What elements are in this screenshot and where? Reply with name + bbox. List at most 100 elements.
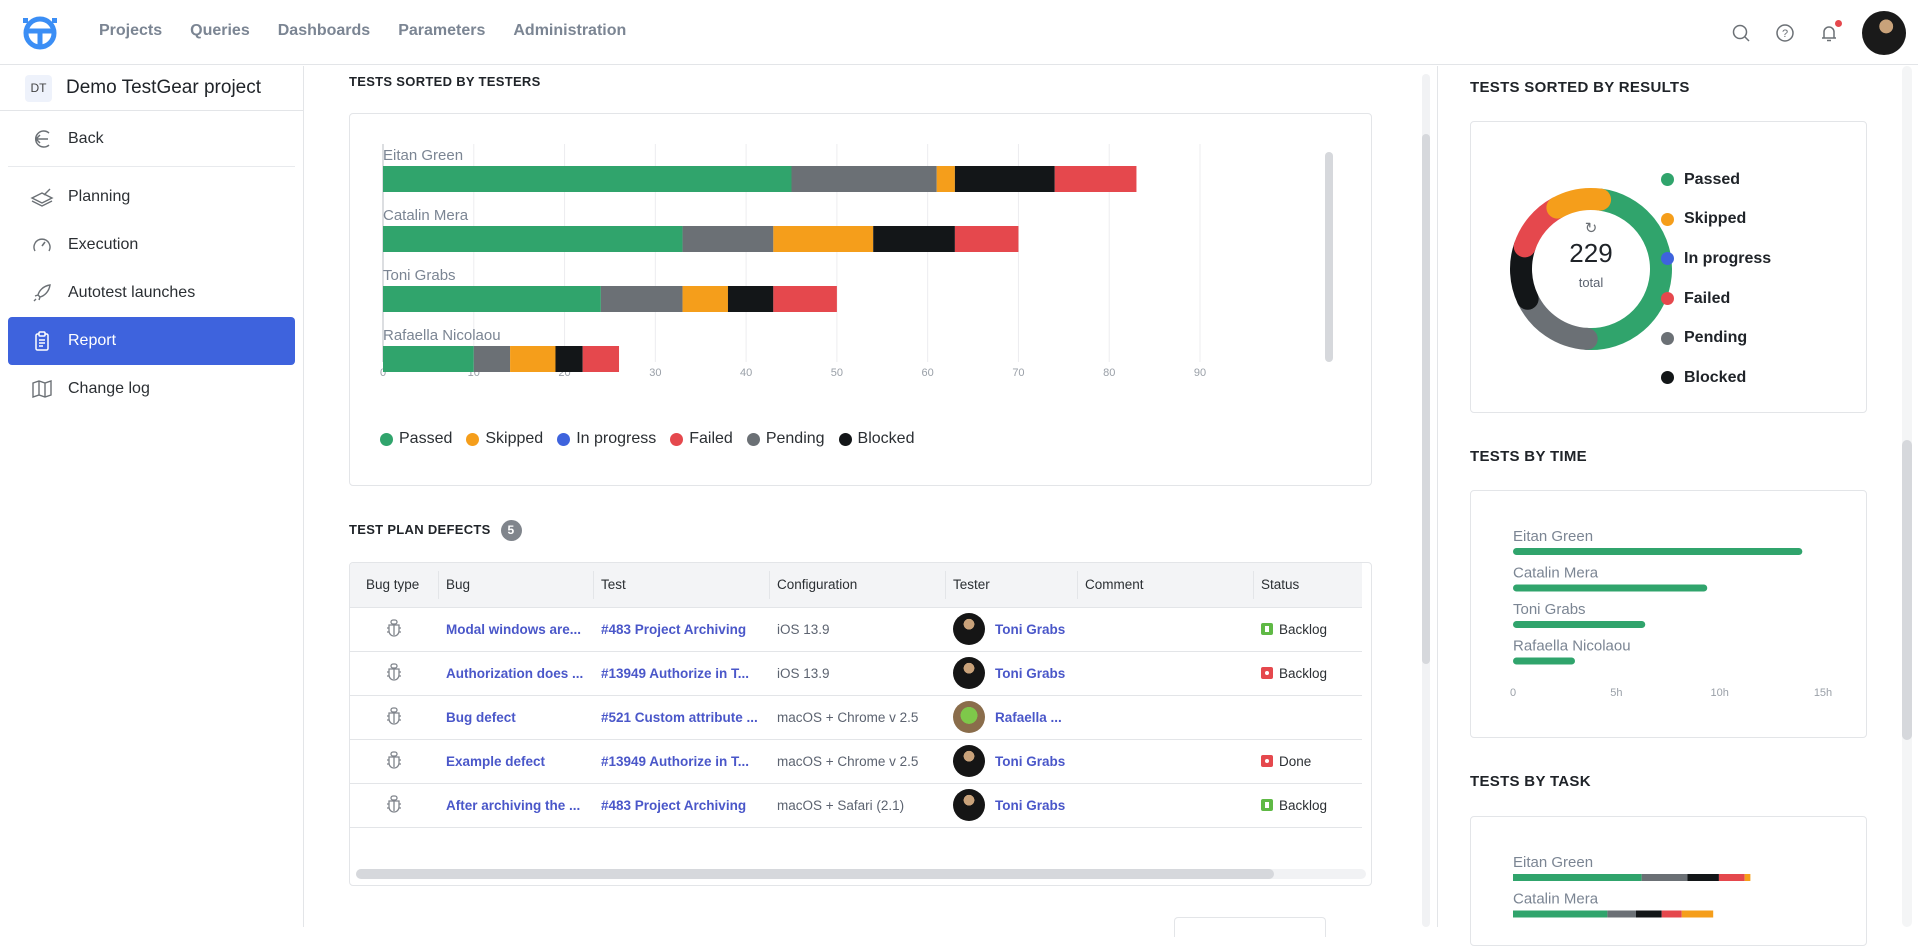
tester-cell[interactable]: Rafaella ... xyxy=(945,695,1077,740)
test-link[interactable]: #13949 Authorize in T... xyxy=(601,754,749,769)
bar-segment-skipped[interactable] xyxy=(936,166,955,192)
table-horizontal-scrollbar[interactable] xyxy=(356,869,1366,879)
legend-item-pending[interactable]: Pending xyxy=(1661,318,1771,358)
bug-link[interactable]: Bug defect xyxy=(446,710,516,725)
bar-segment-failed[interactable] xyxy=(1054,166,1137,192)
test-link[interactable]: #483 Project Archiving xyxy=(601,798,746,813)
pagination-control[interactable] xyxy=(1174,917,1326,937)
test-link[interactable]: #521 Custom attribute ... xyxy=(601,710,758,725)
bar-segment-passed[interactable] xyxy=(383,286,601,312)
task-bar-segment-passed[interactable] xyxy=(1513,910,1608,918)
column-header-test[interactable]: Test xyxy=(593,563,769,608)
tester-link[interactable]: Toni Grabs xyxy=(995,754,1065,769)
legend-item-in-progress[interactable]: In progress xyxy=(1661,239,1771,279)
bar-segment-pending[interactable] xyxy=(600,286,683,312)
bug-link[interactable]: Example defect xyxy=(446,754,545,769)
bar-segment-passed[interactable] xyxy=(383,226,683,252)
time-bar[interactable] xyxy=(1513,621,1646,628)
tester-cell[interactable]: Toni Grabs xyxy=(945,651,1077,696)
tester-link[interactable]: Toni Grabs xyxy=(995,666,1065,681)
bug-cell[interactable]: Example defect xyxy=(438,739,593,784)
bug-link[interactable]: Modal windows are... xyxy=(446,622,581,637)
testgear-logo-icon[interactable] xyxy=(20,14,60,52)
bar-segment-skipped[interactable] xyxy=(773,226,874,252)
test-link[interactable]: #13949 Authorize in T... xyxy=(601,666,749,681)
bug-link[interactable]: Authorization does ... xyxy=(446,666,583,681)
test-cell[interactable]: #521 Custom attribute ... xyxy=(593,695,769,740)
table-row[interactable]: Example defect #13949 Authorize in T... … xyxy=(350,739,1362,784)
sidebar-item-planning[interactable]: Planning xyxy=(8,173,295,221)
table-row[interactable]: Authorization does ... #13949 Authorize … xyxy=(350,651,1362,696)
bar-segment-failed[interactable] xyxy=(954,226,1019,252)
time-bar[interactable] xyxy=(1513,584,1708,592)
test-cell[interactable]: #483 Project Archiving xyxy=(593,783,769,828)
task-bar-segment-failed[interactable] xyxy=(1661,910,1682,918)
bar-segment-blocked[interactable] xyxy=(873,226,955,252)
bar-segment-blocked[interactable] xyxy=(727,286,774,312)
sidebar-item-change-log[interactable]: Change log xyxy=(8,365,295,413)
test-cell[interactable]: #13949 Authorize in T... xyxy=(593,651,769,696)
nav-administration[interactable]: Administration xyxy=(513,22,626,40)
task-bar-segment-skipped[interactable] xyxy=(1681,910,1714,918)
nav-dashboards[interactable]: Dashboards xyxy=(278,22,370,40)
task-bar-segment-passed[interactable] xyxy=(1513,874,1642,881)
table-row[interactable]: After archiving the ... #483 Project Arc… xyxy=(350,783,1362,828)
bar-segment-passed[interactable] xyxy=(383,166,792,192)
bar-segment-pending[interactable] xyxy=(791,166,937,192)
bar-segment-skipped[interactable] xyxy=(682,286,728,312)
sidebar-item-execution[interactable]: Execution xyxy=(8,221,295,269)
bar-segment-passed[interactable] xyxy=(383,346,474,372)
legend-item-failed[interactable]: Failed xyxy=(670,430,733,448)
tester-link[interactable]: Rafaella ... xyxy=(995,710,1062,725)
legend-item-passed[interactable]: Passed xyxy=(380,430,452,448)
test-cell[interactable]: #483 Project Archiving xyxy=(593,607,769,652)
bar-segment-pending[interactable] xyxy=(473,346,511,372)
test-cell[interactable]: #13949 Authorize in T... xyxy=(593,739,769,784)
legend-item-skipped[interactable]: Skipped xyxy=(466,430,543,448)
legend-item-failed[interactable]: Failed xyxy=(1661,279,1771,319)
tester-link[interactable]: Toni Grabs xyxy=(995,798,1065,813)
bug-cell[interactable]: Bug defect xyxy=(438,695,593,740)
column-header-comment[interactable]: Comment xyxy=(1077,563,1253,608)
test-link[interactable]: #483 Project Archiving xyxy=(601,622,746,637)
bug-cell[interactable]: Authorization does ... xyxy=(438,651,593,696)
column-header-status[interactable]: Status xyxy=(1253,563,1362,608)
task-bar-segment-failed[interactable] xyxy=(1718,874,1745,881)
time-bar[interactable] xyxy=(1513,657,1575,665)
table-row[interactable]: Modal windows are... #483 Project Archiv… xyxy=(350,607,1362,652)
bug-cell[interactable]: Modal windows are... xyxy=(438,607,593,652)
bar-segment-skipped[interactable] xyxy=(510,346,556,372)
bug-link[interactable]: After archiving the ... xyxy=(446,798,580,813)
search-icon[interactable] xyxy=(1730,22,1752,44)
column-header-bug-type[interactable]: Bug type xyxy=(350,563,438,608)
sidebar-item-back[interactable]: Back xyxy=(8,115,295,163)
nav-parameters[interactable]: Parameters xyxy=(398,22,485,40)
bar-segment-failed[interactable] xyxy=(582,346,620,372)
right-scrollbar-thumb[interactable] xyxy=(1902,440,1912,740)
help-icon[interactable]: ? xyxy=(1774,22,1796,44)
nav-projects[interactable]: Projects xyxy=(99,22,162,40)
legend-item-in-progress[interactable]: In progress xyxy=(557,430,656,448)
legend-item-blocked[interactable]: Blocked xyxy=(838,430,914,448)
table-scrollbar-thumb[interactable] xyxy=(356,869,1274,879)
task-bar-segment-blocked[interactable] xyxy=(1687,874,1719,881)
column-header-bug[interactable]: Bug xyxy=(438,563,593,608)
nav-queries[interactable]: Queries xyxy=(190,22,250,40)
bar-segment-blocked[interactable] xyxy=(954,166,1055,192)
table-row[interactable]: Bug defect #521 Custom attribute ... mac… xyxy=(350,695,1362,740)
refresh-icon[interactable]: ↻ xyxy=(1531,219,1651,237)
task-bar-segment-pending[interactable] xyxy=(1641,874,1688,881)
legend-item-pending[interactable]: Pending xyxy=(746,430,825,448)
legend-item-passed[interactable]: Passed xyxy=(1661,160,1771,200)
bar-segment-failed[interactable] xyxy=(773,286,837,312)
task-bar-segment-skipped[interactable] xyxy=(1744,874,1751,881)
chart-scrollbar[interactable] xyxy=(1325,152,1333,362)
donut-slice-skipped[interactable] xyxy=(1546,188,1612,219)
task-bar-segment-blocked[interactable] xyxy=(1635,910,1662,918)
tester-cell[interactable]: Toni Grabs xyxy=(945,739,1077,784)
right-panel-scrollbar[interactable] xyxy=(1902,66,1912,927)
column-header-tester[interactable]: Tester xyxy=(945,563,1077,608)
project-name[interactable]: Demo TestGear project xyxy=(66,77,261,99)
notifications-button[interactable] xyxy=(1818,19,1842,44)
tester-cell[interactable]: Toni Grabs xyxy=(945,607,1077,652)
